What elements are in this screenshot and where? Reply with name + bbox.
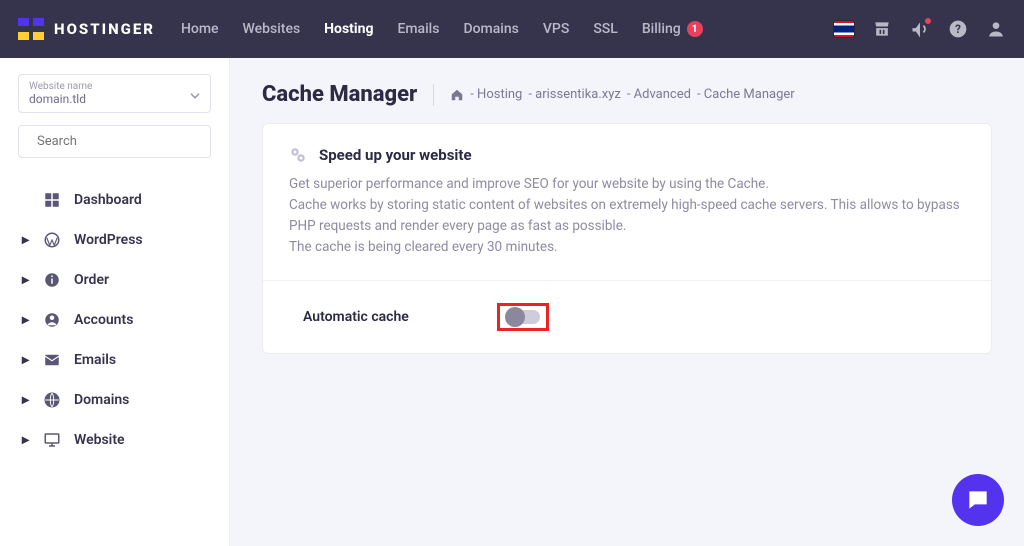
- store-icon[interactable]: [872, 19, 892, 39]
- nav-hosting[interactable]: Hosting: [324, 21, 373, 37]
- nav-ssl[interactable]: SSL: [593, 21, 618, 37]
- account-icon[interactable]: [986, 19, 1006, 39]
- sidebar-item-wordpress[interactable]: ▸ WordPress: [18, 220, 211, 260]
- page-title: Cache Manager: [262, 82, 417, 107]
- top-nav: Home Websites Hosting Emails Domains VPS…: [181, 21, 808, 37]
- breadcrumb: - Hosting - arissentika.xyz - Advanced -…: [450, 87, 794, 102]
- sidebar-item-label: Order: [74, 272, 109, 288]
- toggle-label: Automatic cache: [303, 309, 409, 325]
- language-flag-icon[interactable]: [834, 19, 854, 39]
- nav-emails[interactable]: Emails: [397, 21, 439, 37]
- nav-billing[interactable]: Billing 1: [642, 21, 703, 37]
- dashboard-icon: [42, 190, 62, 210]
- sidebar: Website name domain.tld Dashboard ▸ Word…: [0, 58, 230, 546]
- crumb-hosting[interactable]: - Hosting: [470, 87, 522, 102]
- wordpress-icon: [42, 230, 62, 250]
- nav-vps[interactable]: VPS: [543, 21, 569, 37]
- page-header: Cache Manager - Hosting - arissentika.xy…: [262, 82, 992, 107]
- card-title-text: Speed up your website: [319, 146, 472, 164]
- chevron-down-icon: [190, 92, 200, 98]
- topbar: HOSTINGER Home Websites Hosting Emails D…: [0, 0, 1024, 58]
- website-select-label: Website name: [29, 81, 200, 92]
- logo[interactable]: HOSTINGER: [18, 18, 155, 40]
- crumb-domain[interactable]: - arissentika.xyz: [528, 87, 621, 102]
- home-icon[interactable]: [450, 88, 464, 102]
- website-select[interactable]: Website name domain.tld: [18, 74, 211, 113]
- nav-home[interactable]: Home: [181, 21, 219, 37]
- cache-card: Speed up your website Get superior perfo…: [262, 123, 992, 354]
- sidebar-item-label: Accounts: [74, 312, 133, 328]
- mail-icon: [42, 350, 62, 370]
- chat-button[interactable]: [952, 474, 1004, 526]
- sidebar-item-website[interactable]: ▸ Website: [18, 420, 211, 460]
- content: Cache Manager - Hosting - arissentika.xy…: [230, 58, 1024, 546]
- logo-mark-icon: [18, 18, 44, 40]
- search-box[interactable]: [18, 125, 211, 158]
- globe-icon: [42, 390, 62, 410]
- billing-badge: 1: [687, 21, 703, 37]
- svg-text:?: ?: [955, 22, 961, 36]
- sidebar-item-domains[interactable]: ▸ Domains: [18, 380, 211, 420]
- card-p2: Cache works by storing static content of…: [289, 195, 965, 237]
- sidebar-item-accounts[interactable]: ▸ Accounts: [18, 300, 211, 340]
- search-input[interactable]: [37, 134, 203, 149]
- help-icon[interactable]: ?: [948, 19, 968, 39]
- sidebar-item-label: Emails: [74, 352, 116, 368]
- crumb-current: - Cache Manager: [697, 87, 795, 102]
- sidebar-item-emails[interactable]: ▸ Emails: [18, 340, 211, 380]
- sidebar-item-label: Domains: [74, 392, 129, 408]
- sidebar-item-label: Dashboard: [74, 192, 142, 208]
- notifications-icon[interactable]: [910, 19, 930, 39]
- person-icon: [42, 310, 62, 330]
- nav-websites[interactable]: Websites: [243, 21, 301, 37]
- info-icon: [42, 270, 62, 290]
- sidebar-item-order[interactable]: ▸ Order: [18, 260, 211, 300]
- toggle-highlight: [497, 303, 549, 331]
- website-select-value: domain.tld: [29, 92, 200, 106]
- nav-domains[interactable]: Domains: [463, 21, 518, 37]
- monitor-icon: [42, 430, 62, 450]
- notification-dot-icon: [924, 17, 932, 25]
- sidebar-item-label: Website: [74, 432, 125, 448]
- sidebar-item-label: WordPress: [74, 232, 143, 248]
- chat-icon: [965, 487, 991, 513]
- gears-icon: [289, 146, 307, 164]
- nav-billing-label: Billing: [642, 21, 681, 37]
- automatic-cache-toggle[interactable]: [506, 310, 540, 324]
- crumb-advanced[interactable]: - Advanced: [627, 87, 691, 102]
- brand-text: HOSTINGER: [54, 20, 155, 38]
- card-p3: The cache is being cleared every 30 minu…: [289, 237, 965, 258]
- topbar-actions: ?: [834, 19, 1006, 39]
- card-p1: Get superior performance and improve SEO…: [289, 174, 965, 195]
- sidebar-item-dashboard[interactable]: Dashboard: [18, 180, 211, 220]
